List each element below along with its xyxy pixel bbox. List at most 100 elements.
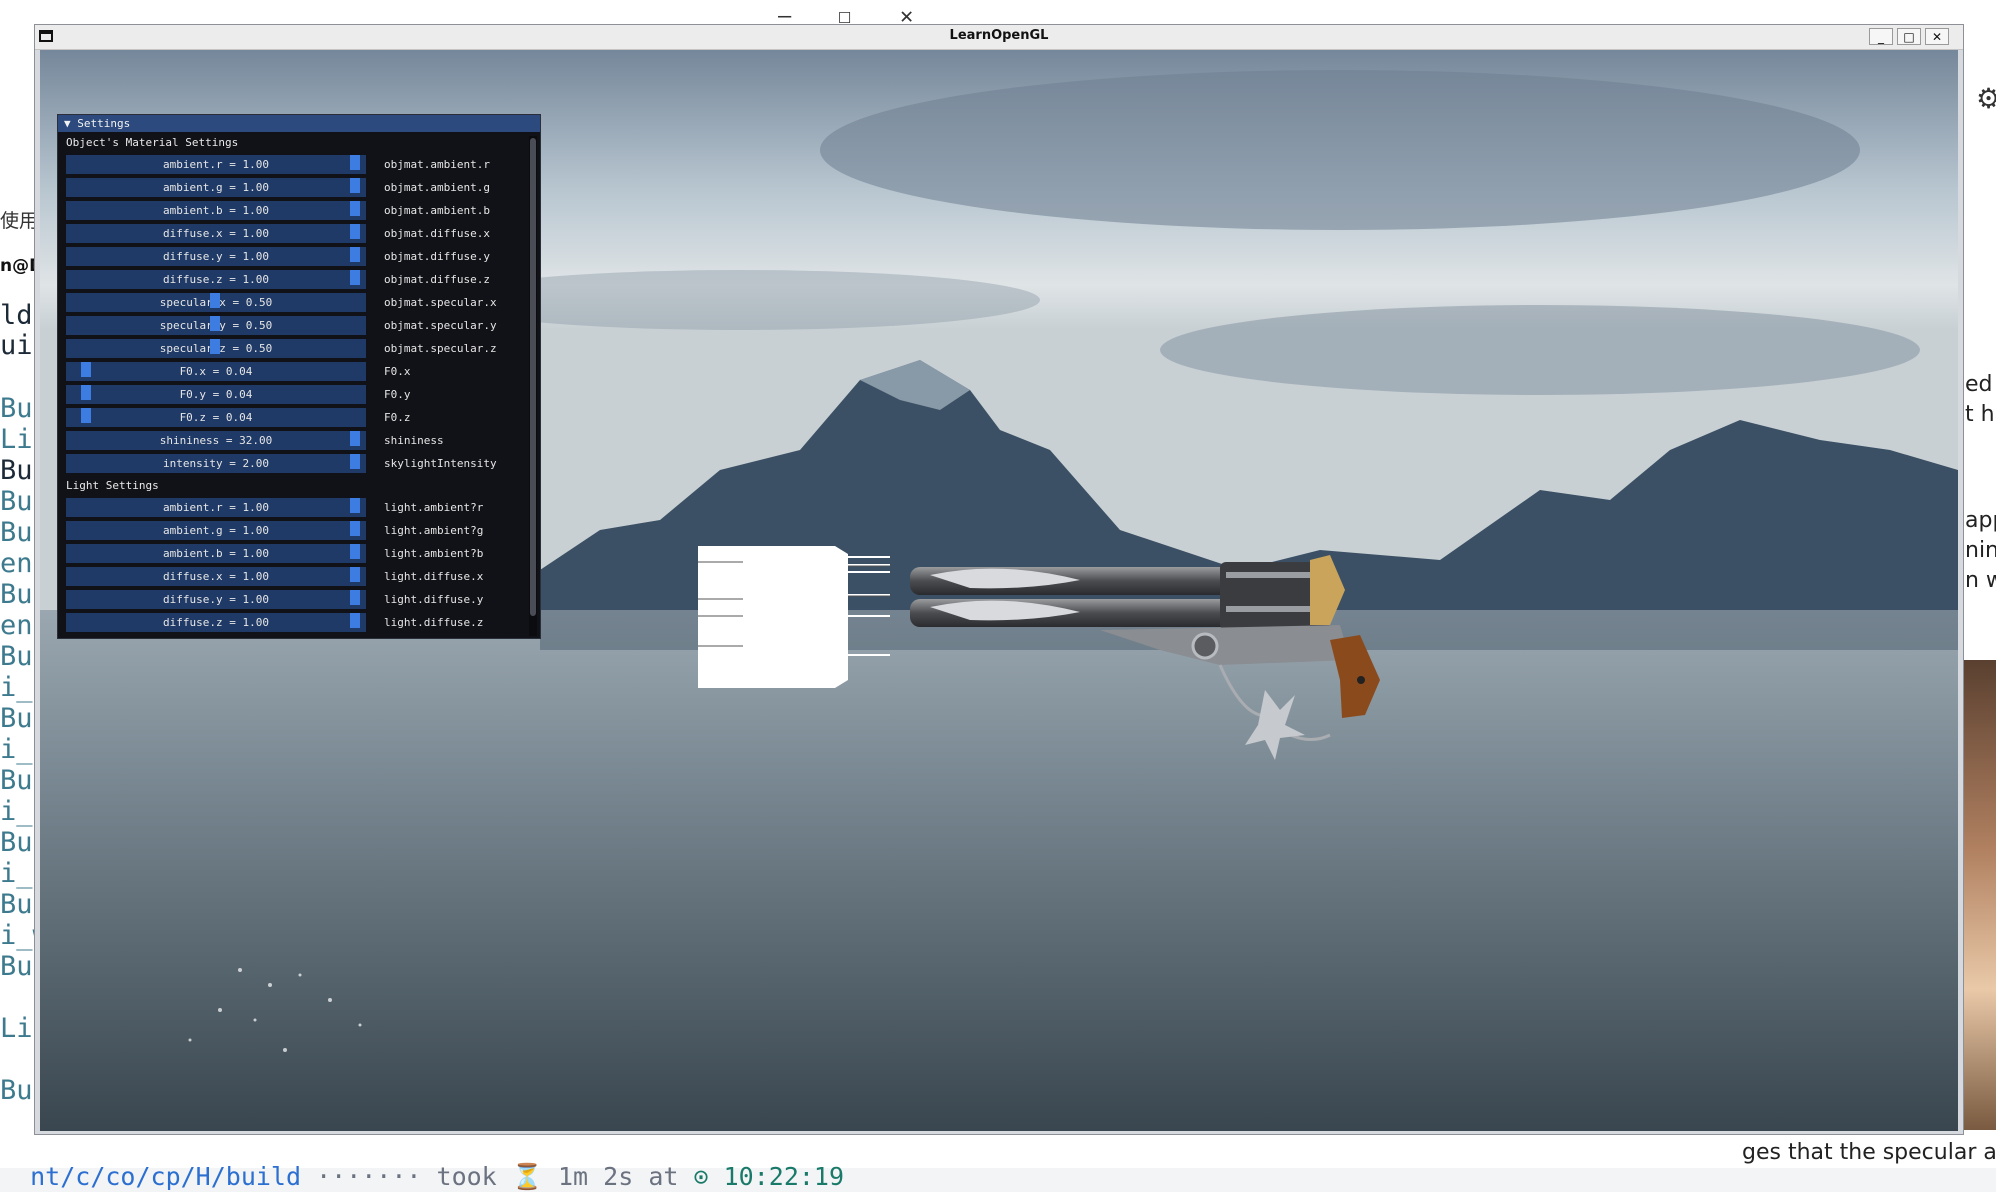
terminal-line: Bu xyxy=(0,703,33,734)
slider-grab[interactable] xyxy=(350,567,360,582)
slider-label: light.ambient?r xyxy=(384,501,484,514)
slider-grab[interactable] xyxy=(210,316,220,331)
slider-field[interactable]: diffuse.x = 1.00 xyxy=(66,567,366,586)
document-image xyxy=(1963,660,1996,1130)
slider-label: objmat.specular.z xyxy=(384,342,497,355)
slider-field[interactable]: diffuse.x = 1.00 xyxy=(66,224,366,243)
slider-field[interactable]: ambient.g = 1.00 xyxy=(66,521,366,540)
slider-label: objmat.diffuse.x xyxy=(384,227,490,240)
window-titlebar[interactable]: LearnOpenGL _ □ ✕ xyxy=(35,25,1963,50)
slider-row: shininess = 32.00 shininess xyxy=(58,429,540,452)
slider-grab[interactable] xyxy=(350,454,360,469)
slider-field[interactable]: intensity = 2.00 xyxy=(66,454,366,473)
scrollbar-thumb[interactable] xyxy=(530,138,536,616)
light-section-heading: Light Settings xyxy=(66,479,159,492)
slider-row: ambient.b = 1.00 objmat.ambient.b xyxy=(58,199,540,222)
slider-grab[interactable] xyxy=(350,544,360,559)
terminal-line: Bu xyxy=(0,517,33,548)
slider-grab[interactable] xyxy=(350,178,360,193)
slider-grab[interactable] xyxy=(81,385,92,400)
slider-grab[interactable] xyxy=(210,293,220,308)
slider-grab[interactable] xyxy=(350,201,360,216)
terminal-prompt: nt/c/co/cp/H/build ······· took ⏳ 1m 2s … xyxy=(0,1133,844,1191)
slider-row: ambient.g = 1.00 light.ambient?g xyxy=(58,519,540,542)
slider-grab[interactable] xyxy=(81,362,92,377)
slider-label: light.ambient?g xyxy=(384,524,484,537)
slider-row: diffuse.z = 1.00 light.diffuse.z xyxy=(58,611,540,634)
slider-field[interactable]: ambient.r = 1.00 xyxy=(66,155,366,174)
slider-row: diffuse.y = 1.00 light.diffuse.y xyxy=(58,588,540,611)
slider-field[interactable]: F0.z = 0.04 xyxy=(66,408,366,427)
slider-row: diffuse.y = 1.00 objmat.diffuse.y xyxy=(58,245,540,268)
slider-field[interactable]: shininess = 32.00 xyxy=(66,431,366,450)
slider-row: F0.x = 0.04 F0.x xyxy=(58,360,540,383)
slider-label: light.ambient?b xyxy=(384,547,484,560)
window-title: LearnOpenGL xyxy=(949,28,1049,43)
slider-field[interactable]: diffuse.y = 1.00 xyxy=(66,590,366,609)
cloud xyxy=(1160,305,1920,395)
terminal-line: Bu xyxy=(0,1075,33,1106)
slider-field[interactable]: ambient.b = 1.00 xyxy=(66,201,366,220)
terminal-line: Bu xyxy=(0,765,33,796)
slider-grab[interactable] xyxy=(350,613,360,628)
slider-row: F0.z = 0.04 F0.z xyxy=(58,406,540,429)
cloud xyxy=(820,70,1860,230)
document-text: ges that the specular are xyxy=(1742,1140,1996,1165)
slider-label: objmat.ambient.g xyxy=(384,181,490,194)
terminal-took: took xyxy=(436,1162,497,1191)
cube xyxy=(698,546,848,688)
close-button[interactable]: ✕ xyxy=(1925,28,1949,45)
settings-scrollbar[interactable] xyxy=(529,136,537,636)
terminal-line: Bu xyxy=(0,641,33,672)
slider-grab[interactable] xyxy=(350,590,360,605)
slider-field[interactable]: diffuse.z = 1.00 xyxy=(66,613,366,632)
slider-grab[interactable] xyxy=(350,270,360,285)
slider-label: F0.x xyxy=(384,365,411,378)
terminal-line: Bu xyxy=(0,455,33,486)
slider-label: F0.y xyxy=(384,388,411,401)
slider-field[interactable]: ambient.b = 1.00 xyxy=(66,544,366,563)
slider-field[interactable]: ambient.r = 1.00 xyxy=(66,498,366,517)
slider-grab[interactable] xyxy=(210,339,220,354)
settings-panel[interactable]: ▼ Settings Object's Material Settings am… xyxy=(57,114,541,639)
slider-row: diffuse.x = 1.00 objmat.diffuse.x xyxy=(58,222,540,245)
slider-label: skylightIntensity xyxy=(384,457,497,470)
maximize-button[interactable]: □ xyxy=(1897,28,1921,45)
slider-grab[interactable] xyxy=(350,498,360,513)
slider-grab[interactable] xyxy=(350,155,360,170)
slider-label: objmat.diffuse.z xyxy=(384,273,490,286)
document-text: nin xyxy=(1965,538,1996,563)
terminal-line: Bu xyxy=(0,889,33,920)
slider-label: objmat.diffuse.y xyxy=(384,250,490,263)
document-text: n w xyxy=(1965,568,1996,593)
slider-grab[interactable] xyxy=(350,224,360,239)
slider-row: ambient.r = 1.00 objmat.ambient.r xyxy=(58,153,540,176)
terminal-at: at xyxy=(648,1162,679,1191)
terminal-line: ld xyxy=(0,300,33,331)
slider-grab[interactable] xyxy=(350,247,360,262)
slider-grab[interactable] xyxy=(350,431,360,446)
slider-field[interactable]: diffuse.z = 1.00 xyxy=(66,270,366,289)
slider-field[interactable]: ambient.g = 1.00 xyxy=(66,178,366,197)
settings-title-bar[interactable]: ▼ Settings xyxy=(58,115,540,132)
slider-field[interactable]: F0.x = 0.04 xyxy=(66,362,366,381)
terminal-line: Bu xyxy=(0,951,33,982)
document-text: app xyxy=(1965,508,1996,533)
terminal-line: 使用 xyxy=(0,210,39,232)
hourglass-icon: ⏳ xyxy=(511,1162,543,1191)
slider-label: objmat.ambient.r xyxy=(384,158,490,171)
slider-label: objmat.ambient.b xyxy=(384,204,490,217)
minimize-button[interactable]: _ xyxy=(1869,28,1893,45)
slider-field[interactable]: F0.y = 0.04 xyxy=(66,385,366,404)
terminal-time: 10:22:19 xyxy=(723,1162,845,1191)
slider-row: ambient.b = 1.00 light.ambient?b xyxy=(58,542,540,565)
slider-grab[interactable] xyxy=(81,408,92,423)
gear-icon[interactable]: ⚙ xyxy=(1976,82,1996,115)
material-section-heading: Object's Material Settings xyxy=(66,136,239,149)
slider-row: ambient.r = 1.00 light.ambient?r xyxy=(58,496,540,519)
slider-label: shininess xyxy=(384,434,444,447)
slider-label: light.diffuse.x xyxy=(384,570,484,583)
terminal-line: Bu xyxy=(0,579,33,610)
slider-field[interactable]: diffuse.y = 1.00 xyxy=(66,247,366,266)
slider-grab[interactable] xyxy=(350,521,360,536)
